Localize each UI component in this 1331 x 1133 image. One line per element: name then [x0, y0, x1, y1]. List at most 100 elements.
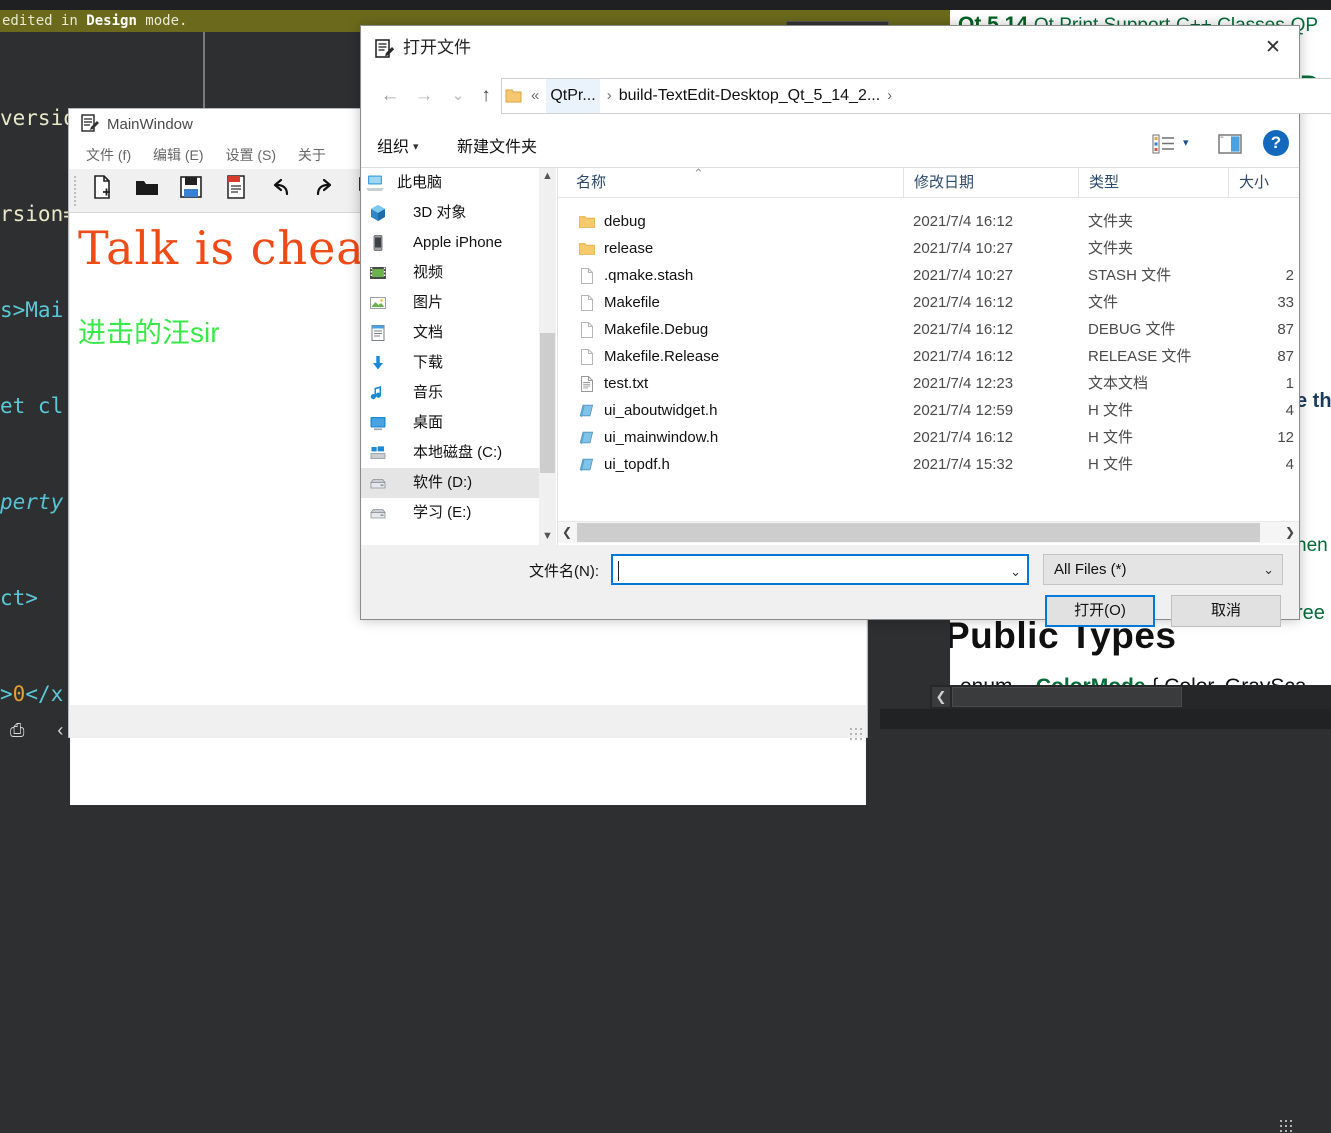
- file-name-cell[interactable]: release: [576, 235, 906, 262]
- sidebar-item-apple-iphone[interactable]: Apple iPhone: [361, 228, 556, 258]
- file-name: .qmake.stash: [604, 267, 694, 284]
- open-button[interactable]: 打开(O): [1045, 595, 1155, 627]
- table-row[interactable]: ui_topdf.h 2021/7/4 15:32 H 文件 4: [558, 451, 1299, 478]
- sidebar-scrollbar[interactable]: ▲ ▼: [539, 168, 556, 545]
- sidebar-item-label: Apple iPhone: [413, 234, 503, 251]
- file-name-cell[interactable]: .qmake.stash: [576, 262, 906, 289]
- export-pdf-icon[interactable]: [223, 174, 257, 208]
- view-options-icon[interactable]: [1151, 133, 1177, 155]
- redo-icon[interactable]: [312, 174, 346, 208]
- back-icon[interactable]: ←: [375, 82, 405, 110]
- sidebar-item-label: 音乐: [413, 384, 444, 401]
- resize-grip[interactable]: [1279, 1119, 1293, 1133]
- chevron-down-icon[interactable]: ▾: [1183, 136, 1189, 149]
- breadcrumb-chevron-0[interactable]: ›: [600, 79, 619, 113]
- forward-icon[interactable]: →: [409, 82, 439, 110]
- breadcrumb-segment-1[interactable]: build-TextEdit-Desktop_Qt_5_14_2...: [619, 79, 880, 113]
- docs-bottom-strip-2: [880, 729, 1331, 745]
- file-name-cell[interactable]: Makefile.Debug: [576, 316, 906, 343]
- sidebar-item-label: 软件 (D:): [413, 474, 473, 491]
- column-header-type[interactable]: 类型: [1078, 168, 1228, 197]
- sidebar-item-videos[interactable]: 视频: [361, 258, 556, 288]
- new-file-icon[interactable]: [89, 174, 123, 208]
- header-file-icon: [578, 429, 596, 447]
- sidebar-item-study-e[interactable]: 学习 (E:): [361, 498, 556, 528]
- sidebar-item-software-d[interactable]: 软件 (D:): [361, 468, 556, 498]
- file-list[interactable]: ⌃ 名称 修改日期 类型 大小 debug 2021/7/4 16:12 文件夹…: [558, 168, 1299, 545]
- drive-icon: [369, 474, 387, 492]
- filename-input[interactable]: ⌄: [611, 554, 1029, 585]
- scroll-right-icon[interactable]: ❯: [1281, 522, 1299, 543]
- scroll-left-icon[interactable]: ❮: [558, 522, 576, 543]
- scroll-down-icon[interactable]: ▼: [539, 528, 556, 545]
- file-type-filter-select[interactable]: All Files (*) ⌄: [1043, 554, 1283, 585]
- column-header-size[interactable]: 大小: [1228, 168, 1299, 197]
- scroll-up-icon[interactable]: ▲: [539, 168, 556, 185]
- help-icon[interactable]: ?: [1263, 130, 1289, 156]
- file-name-cell[interactable]: ui_mainwindow.h: [576, 424, 906, 451]
- scrollbar-thumb[interactable]: [952, 687, 1182, 707]
- file-name: ui_topdf.h: [604, 456, 670, 473]
- undo-icon[interactable]: [267, 174, 301, 208]
- organize-button[interactable]: 组织 ▾: [377, 133, 419, 157]
- sidebar-item-documents[interactable]: 文档: [361, 318, 556, 348]
- table-row[interactable]: .qmake.stash 2021/7/4 10:27 STASH 文件 2: [558, 262, 1299, 289]
- recent-locations-icon[interactable]: ⌄: [443, 82, 473, 110]
- scrollbar-thumb[interactable]: [540, 333, 555, 473]
- file-name-cell[interactable]: ui_aboutwidget.h: [576, 397, 906, 424]
- file-name-cell[interactable]: debug: [576, 208, 906, 235]
- scroll-left-icon[interactable]: ❮: [932, 687, 950, 707]
- file-name-cell[interactable]: Makefile.Release: [576, 343, 906, 370]
- up-icon[interactable]: ↑: [471, 82, 501, 110]
- sidebar-item-desktop[interactable]: 桌面: [361, 408, 556, 438]
- breadcrumb-chevron-1[interactable]: ›: [880, 79, 899, 113]
- table-row[interactable]: debug 2021/7/4 16:12 文件夹: [558, 208, 1299, 235]
- file-list-horizontal-scrollbar[interactable]: ❮ ❯: [558, 521, 1299, 543]
- file-type: 文件: [1088, 294, 1119, 311]
- menu-edit[interactable]: 编辑 (E): [144, 141, 213, 169]
- preview-pane-icon[interactable]: [1217, 133, 1243, 155]
- cancel-button[interactable]: 取消: [1171, 595, 1281, 627]
- file-size: 33: [1277, 294, 1294, 311]
- sidebar-item-label: 下载: [413, 354, 444, 371]
- table-row[interactable]: ui_aboutwidget.h 2021/7/4 12:59 H 文件 4: [558, 397, 1299, 424]
- this-pc-icon: [365, 174, 384, 192]
- table-row[interactable]: Makefile.Debug 2021/7/4 16:12 DEBUG 文件 8…: [558, 316, 1299, 343]
- scrollbar-thumb[interactable]: [577, 523, 1260, 542]
- table-row[interactable]: test.txt 2021/7/4 12:23 文本文档 1: [558, 370, 1299, 397]
- table-row[interactable]: Makefile.Release 2021/7/4 16:12 RELEASE …: [558, 343, 1299, 370]
- file-date: 2021/7/4 10:27: [913, 240, 1014, 257]
- toolbar-grip[interactable]: [71, 176, 79, 206]
- breadcrumb[interactable]: «QtPr... › build-TextEdit-Desktop_Qt_5_14_…: [501, 78, 1331, 114]
- editor-text-line-2: 进击的汪sir: [78, 317, 220, 348]
- sidebar-item-this-pc[interactable]: 此电脑: [361, 168, 556, 198]
- places-sidebar[interactable]: 此电脑 3D 对象 Apple iPhone 视频 图片 文档 下载 音乐 桌面…: [361, 168, 556, 545]
- breadcrumb-segment-0[interactable]: QtPr...: [546, 79, 600, 113]
- new-folder-button[interactable]: 新建文件夹: [457, 133, 537, 157]
- column-header-name[interactable]: 名称: [558, 168, 903, 197]
- file-list-header[interactable]: ⌃ 名称 修改日期 类型 大小: [558, 168, 1299, 198]
- resize-grip[interactable]: [849, 727, 863, 741]
- column-header-date[interactable]: 修改日期: [903, 168, 1078, 197]
- sidebar-item-3d-objects[interactable]: 3D 对象: [361, 198, 556, 228]
- table-row[interactable]: ui_mainwindow.h 2021/7/4 16:12 H 文件 12: [558, 424, 1299, 451]
- file-type: H 文件: [1088, 456, 1134, 473]
- save-icon[interactable]: [178, 174, 212, 208]
- mainwindow-title: MainWindow: [107, 116, 193, 133]
- table-row[interactable]: Makefile 2021/7/4 16:12 文件 33: [558, 289, 1299, 316]
- menu-about[interactable]: 关于: [289, 141, 335, 169]
- open-folder-icon[interactable]: [134, 174, 168, 208]
- docs-horizontal-scrollbar[interactable]: ❮: [930, 685, 1331, 709]
- menu-file[interactable]: 文件 (f): [77, 141, 140, 169]
- sidebar-item-music[interactable]: 音乐: [361, 378, 556, 408]
- table-row[interactable]: release 2021/7/4 10:27 文件夹: [558, 235, 1299, 262]
- sidebar-item-pictures[interactable]: 图片: [361, 288, 556, 318]
- sidebar-item-downloads[interactable]: 下载: [361, 348, 556, 378]
- chevron-down-icon[interactable]: ⌄: [1010, 562, 1021, 581]
- file-name-cell[interactable]: test.txt: [576, 370, 906, 397]
- file-name-cell[interactable]: Makefile: [576, 289, 906, 316]
- file-name-cell[interactable]: ui_topdf.h: [576, 451, 906, 478]
- close-icon[interactable]: ✕: [1256, 34, 1290, 62]
- sidebar-item-local-disk-c[interactable]: 本地磁盘 (C:): [361, 438, 556, 468]
- menu-settings[interactable]: 设置 (S): [216, 141, 285, 169]
